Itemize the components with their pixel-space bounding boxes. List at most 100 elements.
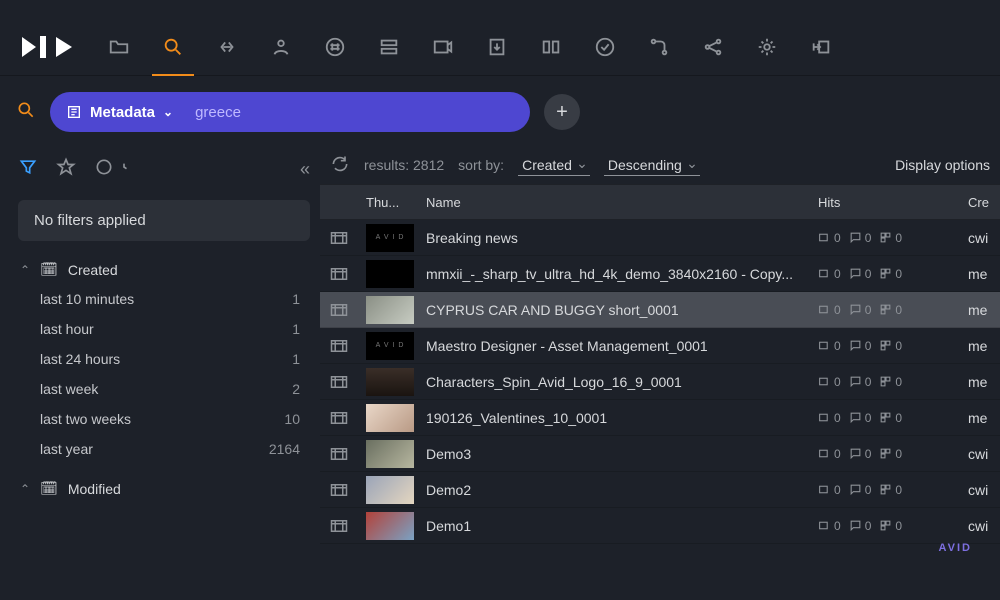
clip-type-icon xyxy=(320,303,358,317)
refresh-icon[interactable] xyxy=(330,154,350,177)
results-header-row: Thu... Name Hits Cre xyxy=(320,184,1000,220)
table-row[interactable]: CYPRUS CAR AND BUGGY short_0001000me xyxy=(320,292,1000,328)
filter-sidebar: « No filters applied ⌃ 🗓 Created last 10… xyxy=(0,146,320,600)
search-term[interactable]: greece xyxy=(189,104,241,121)
hits-cell: 000 xyxy=(810,447,960,461)
asset-name: Demo1 xyxy=(418,518,810,534)
col-thumb[interactable]: Thu... xyxy=(358,195,418,210)
add-criteria-button[interactable]: + xyxy=(544,94,580,130)
search-field-selector[interactable]: Metadata ⌄ xyxy=(50,104,189,121)
chevron-down-icon: ⌄ xyxy=(163,105,173,119)
facet-modified-header[interactable]: ⌃ 🗓 Modified xyxy=(18,476,310,501)
clip-type-icon xyxy=(320,411,358,425)
toolbar-download[interactable] xyxy=(470,18,524,76)
hits-cell: 000 xyxy=(810,231,960,245)
creator-cell: me xyxy=(960,266,1000,282)
clip-type-icon xyxy=(320,267,358,281)
filter-icon[interactable] xyxy=(18,157,38,182)
toolbar-link[interactable] xyxy=(200,18,254,76)
toolbar-route[interactable] xyxy=(632,18,686,76)
results-count-label: results: xyxy=(364,157,409,173)
asset-name: Characters_Spin_Avid_Logo_16_9_0001 xyxy=(418,374,810,390)
search-pill[interactable]: Metadata ⌄ greece xyxy=(50,92,530,132)
caret-up-icon: ⌃ xyxy=(20,263,30,277)
creator-cell: me xyxy=(960,302,1000,318)
main-body: « No filters applied ⌃ 🗓 Created last 10… xyxy=(0,146,1000,600)
facet-item[interactable]: last week2 xyxy=(18,374,310,404)
clip-type-icon xyxy=(320,339,358,353)
creator-cell: cwi xyxy=(960,446,1000,462)
toolbar-check[interactable] xyxy=(578,18,632,76)
toolbar-folder[interactable] xyxy=(92,18,146,76)
table-row[interactable]: Demo2000cwi xyxy=(320,472,1000,508)
hits-cell: 000 xyxy=(810,483,960,497)
sort-dir-select[interactable]: Descending xyxy=(604,155,700,176)
toolbar-hash[interactable] xyxy=(308,18,362,76)
clip-type-icon xyxy=(320,519,358,533)
toolbar-person[interactable] xyxy=(254,18,308,76)
results-toolbar: results: 2812 sort by: Created Descendin… xyxy=(320,146,1000,184)
toolbar-output[interactable] xyxy=(794,18,848,76)
results-panel: results: 2812 sort by: Created Descendin… xyxy=(320,146,1000,600)
creator-cell: me xyxy=(960,338,1000,354)
toolbar-storage[interactable] xyxy=(362,18,416,76)
toolbar-share[interactable] xyxy=(686,18,740,76)
toolbar-search[interactable] xyxy=(146,18,200,76)
sort-by-label: sort by: xyxy=(458,157,504,173)
table-row[interactable]: Characters_Spin_Avid_Logo_16_9_0001000me xyxy=(320,364,1000,400)
facet-item[interactable]: last hour1 xyxy=(18,314,310,344)
facet-item[interactable]: last 10 minutes1 xyxy=(18,284,310,314)
hits-cell: 000 xyxy=(810,411,960,425)
table-row[interactable]: A V I DMaestro Designer - Asset Manageme… xyxy=(320,328,1000,364)
asset-name: Maestro Designer - Asset Management_0001 xyxy=(418,338,810,354)
thumbnail xyxy=(358,296,418,324)
toolbar-globe[interactable] xyxy=(740,18,794,76)
clip-type-icon xyxy=(320,483,358,497)
creator-cell: me xyxy=(960,374,1000,390)
facet-item[interactable]: last 24 hours1 xyxy=(18,344,310,374)
search-field-label: Metadata xyxy=(90,104,155,121)
thumbnail: A V I D xyxy=(358,224,418,252)
display-options-button[interactable]: Display options xyxy=(895,157,990,173)
facet-label: Created xyxy=(68,262,118,278)
clock-icon[interactable] xyxy=(94,157,114,182)
creator-cell: me xyxy=(960,410,1000,426)
top-toolbar xyxy=(0,18,1000,76)
table-row[interactable]: mmxii_-_sharp_tv_ultra_hd_4k_demo_3840x2… xyxy=(320,256,1000,292)
thumbnail xyxy=(358,404,418,432)
no-filters-banner: No filters applied xyxy=(18,200,310,241)
calendar-icon: 🗓 xyxy=(40,261,58,278)
facet-item[interactable]: last two weeks10 xyxy=(18,404,310,434)
calendar-icon: 🗓 xyxy=(40,480,58,497)
clip-type-icon xyxy=(320,375,358,389)
col-created[interactable]: Cre xyxy=(960,195,1000,210)
search-icon xyxy=(16,100,36,125)
avid-logo xyxy=(0,36,92,58)
facet-created-header[interactable]: ⌃ 🗓 Created xyxy=(18,257,310,282)
hits-cell: 000 xyxy=(810,303,960,317)
table-row[interactable]: A V I DBreaking news000cwi xyxy=(320,220,1000,256)
toolbar-panel[interactable] xyxy=(524,18,578,76)
app-window: Metadata ⌄ greece + « No filters applied… xyxy=(0,0,1000,600)
sort-field-select[interactable]: Created xyxy=(518,155,590,176)
creator-cell: cwi xyxy=(960,518,1000,534)
facet-created-list: last 10 minutes1 last hour1 last 24 hour… xyxy=(18,282,310,476)
thumbnail: A V I D xyxy=(358,332,418,360)
corner-brand: AVID xyxy=(939,542,972,554)
table-row[interactable]: 190126_Valentines_10_0001000me xyxy=(320,400,1000,436)
col-name[interactable]: Name xyxy=(418,195,810,210)
hits-cell: 000 xyxy=(810,519,960,533)
caret-up-icon: ⌃ xyxy=(20,482,30,496)
facet-item[interactable]: last year2164 xyxy=(18,434,310,464)
table-row[interactable]: Demo1000cwi xyxy=(320,508,1000,544)
table-row[interactable]: Demo3000cwi xyxy=(320,436,1000,472)
facet-label: Modified xyxy=(68,481,121,497)
asset-name: mmxii_-_sharp_tv_ultra_hd_4k_demo_3840x2… xyxy=(418,266,810,282)
col-hits[interactable]: Hits xyxy=(810,195,960,210)
collapse-sidebar-button[interactable]: « xyxy=(300,159,310,180)
toolbar-video[interactable] xyxy=(416,18,470,76)
asset-name: Demo2 xyxy=(418,482,810,498)
results-count: 2812 xyxy=(413,157,444,173)
sidebar-tabs: « xyxy=(18,150,310,188)
star-icon[interactable] xyxy=(56,157,76,182)
